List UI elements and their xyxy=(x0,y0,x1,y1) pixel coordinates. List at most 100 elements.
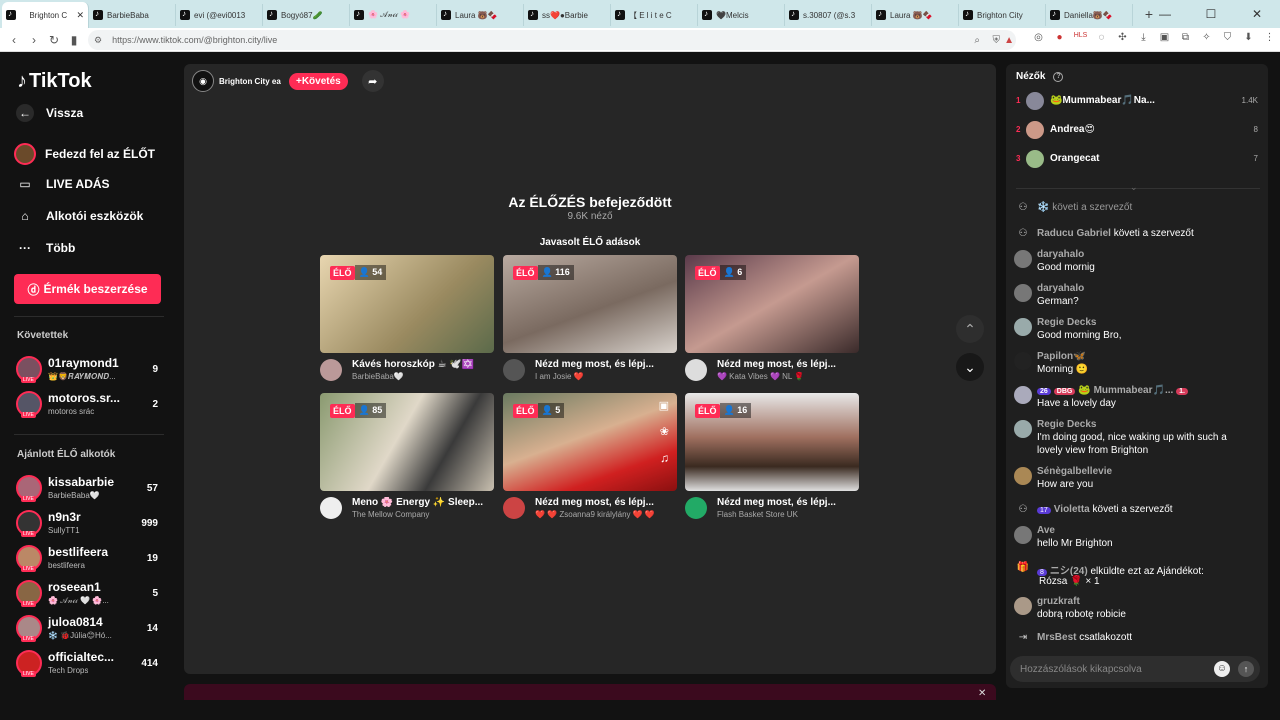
extension-icon[interactable]: ● xyxy=(1049,32,1070,43)
url-field[interactable]: ⚙ https://www.tiktok.com/@brighton.city/… xyxy=(88,30,1016,50)
close-window-button[interactable]: ✕ xyxy=(1234,7,1280,21)
nav-live-broadcast[interactable]: ▭ LIVE ADÁS xyxy=(16,175,109,193)
chevron-up-icon[interactable]: ⌃ xyxy=(956,315,984,343)
chat-user[interactable]: Sénègalbellevie xyxy=(1037,466,1112,477)
chat-user[interactable]: daryahalo xyxy=(1037,283,1084,294)
viewer-count: 👤 116 xyxy=(537,265,574,280)
top-viewer[interactable]: 2 Andrea😍 8 xyxy=(1016,120,1262,142)
avatar[interactable] xyxy=(1014,284,1032,302)
nav-explore-live[interactable]: Fedezd fel az ÉLŐT xyxy=(14,143,155,165)
browser-tab[interactable]: Daniella🐻🍫 xyxy=(1046,4,1133,26)
zoom-icon[interactable]: ⌕ xyxy=(974,35,980,46)
chat-user[interactable]: Papilon🦋 xyxy=(1037,351,1086,362)
avatar[interactable] xyxy=(1014,420,1032,438)
browser-tab[interactable]: s.30807 (@s.3 xyxy=(785,4,872,26)
suggested-live-card[interactable]: ÉLŐ 👤 54 Kávés horoszkóp ☕ 🕊️✡️ BarbieBaba… xyxy=(320,255,494,383)
extension-icon[interactable]: ✧ xyxy=(1196,32,1217,43)
suggested-live-card[interactable]: ÉLŐ 👤 5 ▣ ❀ ♫ Nézd meg most, és lépj... ❤️… xyxy=(503,393,677,521)
chat-user[interactable]: Regie Decks xyxy=(1037,419,1096,430)
extension-icon[interactable]: ◎ xyxy=(1028,32,1049,43)
extension-icon[interactable]: ◌ xyxy=(1091,32,1112,43)
chat-user[interactable]: ❄️ xyxy=(1037,202,1049,213)
following-account[interactable]: motoros.sr... motoros srác 2 xyxy=(16,389,166,421)
comment-input[interactable]: Hozzászólások kikapcsolva ☺ ↑ xyxy=(1010,656,1260,682)
recommended-account[interactable]: roseean1 🌸 𝒜𝓃𝒾𝒾 🤍 🌸... 5 xyxy=(16,578,166,610)
avatar[interactable] xyxy=(1014,526,1032,544)
shield-icon[interactable]: ⛨ xyxy=(993,35,1001,46)
avatar[interactable] xyxy=(1014,467,1032,485)
browser-tab[interactable]: BarbieBaba xyxy=(89,4,176,26)
back-link[interactable]: ← Vissza xyxy=(16,104,83,122)
browser-tab[interactable]: Bogyó87🥒 xyxy=(263,4,350,26)
avatar[interactable] xyxy=(1014,250,1032,268)
forward-arrow-icon[interactable]: › xyxy=(24,33,44,47)
chat-user[interactable]: Violetta xyxy=(1054,504,1090,515)
suggested-live-card[interactable]: ÉLŐ 👤 6 Nézd meg most, és lépj... 💜 Kata V… xyxy=(685,255,859,383)
top-viewer[interactable]: 3 Orangecat 7 xyxy=(1016,149,1262,171)
get-coins-button[interactable]: ⓓ Érmék beszerzése xyxy=(14,274,161,304)
download-icon[interactable]: ⤓ xyxy=(1133,32,1154,43)
emoji-icon[interactable]: ☺ xyxy=(1214,661,1230,677)
extension-icon[interactable]: ⧉ xyxy=(1175,32,1196,43)
recommended-account[interactable]: kissabarbie BarbieBaba🤍 57 xyxy=(16,473,166,505)
close-icon[interactable]: ✕ xyxy=(978,688,986,699)
suggested-live-card[interactable]: ÉLŐ 👤 16 Nézd meg most, és lépj... Flash B… xyxy=(685,393,859,521)
avatar[interactable] xyxy=(1014,597,1032,615)
browser-tab[interactable]: Laura 🐻🍫 xyxy=(872,4,959,26)
chat-user[interactable]: Regie Decks xyxy=(1037,317,1096,328)
help-icon[interactable]: ? xyxy=(1053,71,1064,82)
browser-tab-active[interactable]: Brighton C ✕ xyxy=(2,2,89,28)
avatar[interactable] xyxy=(1014,386,1032,404)
recommended-account[interactable]: officialtec... Tech Drops 414 xyxy=(16,648,166,680)
browser-tab[interactable]: evi (@evi0013 xyxy=(176,4,263,26)
site-info-icon[interactable]: ⚙ xyxy=(94,35,102,46)
recommended-account[interactable]: juloa0814 ❄️ 🐞Júlia😊Hó... 14 xyxy=(16,613,166,645)
chat-user[interactable]: Raducu Gabriel xyxy=(1037,228,1111,239)
host-name[interactable]: Brighton City ea xyxy=(219,77,283,86)
warning-icon[interactable]: ▲ xyxy=(1004,35,1014,46)
chat-user[interactable]: 🐸 Mummabear🎵... xyxy=(1078,385,1173,396)
window-controls: — ☐ ✕ xyxy=(1142,0,1280,28)
host-avatar[interactable]: ◉ xyxy=(192,70,214,92)
avatar[interactable] xyxy=(1014,352,1032,370)
chat-user[interactable]: daryahalo xyxy=(1037,249,1084,260)
extensions-bar: ◎ ● HLS ◌ ✣ ⤓ ▣ ⧉ ✧ ⛉ ⬇ ⋮ xyxy=(1028,32,1280,43)
chevron-down-icon[interactable]: ⌄ xyxy=(956,353,984,381)
browser-tab[interactable]: 🖤Melcis xyxy=(698,4,785,26)
tab-close-icon[interactable]: ✕ xyxy=(76,10,84,21)
creator-tools-icon: ⌂ xyxy=(21,209,29,223)
chat-user[interactable]: Ave xyxy=(1037,525,1055,536)
following-account[interactable]: 01raymond1 👑🦁𝑹𝑨𝒀𝑴𝑶𝑵𝑫... 9 xyxy=(16,354,166,386)
maximize-button[interactable]: ☐ xyxy=(1188,7,1234,21)
browser-tab[interactable]: ss❤️●Barbie xyxy=(524,4,611,26)
suggested-live-card[interactable]: ÉLŐ 👤 85 Meno 🌸 Energy ✨ Sleep... The Mell… xyxy=(320,393,494,521)
send-icon[interactable]: ↑ xyxy=(1238,661,1254,677)
chat-user[interactable]: gruzkraft xyxy=(1037,596,1080,607)
extension-icon[interactable]: ⬇ xyxy=(1238,32,1259,43)
follow-button[interactable]: +Követés xyxy=(289,72,348,90)
nav-more[interactable]: ··· Több xyxy=(16,239,75,257)
puzzle-icon[interactable]: ✣ xyxy=(1112,32,1133,43)
minimize-button[interactable]: — xyxy=(1142,7,1188,21)
recommended-account[interactable]: bestlifeera bestlifeera 19 xyxy=(16,543,166,575)
suggested-live-card[interactable]: ÉLŐ 👤 116 Nézd meg most, és lépj... I am J… xyxy=(503,255,677,383)
nav-creator-tools[interactable]: ⌂ Alkotói eszközök xyxy=(16,207,143,225)
tiktok-logo[interactable]: ♪ TikTok xyxy=(17,70,92,93)
chat-user[interactable]: MrsBest xyxy=(1037,632,1076,643)
top-viewer[interactable]: 1 🐸Mummabear🎵Na... 1.4K xyxy=(1016,91,1262,113)
share-icon[interactable]: ➦ xyxy=(361,70,384,92)
back-arrow-icon[interactable]: ‹ xyxy=(4,33,24,47)
extension-icon[interactable]: HLS xyxy=(1070,32,1091,43)
browser-tab[interactable]: 【 E l i t e C xyxy=(611,4,698,26)
bookmark-icon[interactable]: ▮ xyxy=(64,33,84,47)
browser-tab[interactable]: Laura 🐻🍫 xyxy=(437,4,524,26)
recommended-account[interactable]: n9n3r SullyTT1 999 xyxy=(16,508,166,540)
avatar[interactable] xyxy=(1014,318,1032,336)
browser-tab[interactable]: Brighton City xyxy=(959,4,1046,26)
menu-icon[interactable]: ⋮ xyxy=(1259,32,1280,43)
browser-tab[interactable]: 🌸 𝒜𝓃𝒾𝒾 🌸 xyxy=(350,4,437,26)
chevrons-down-icon[interactable]: ⌄ xyxy=(1130,182,1138,193)
extension-icon[interactable]: ⛉ xyxy=(1217,32,1238,43)
reload-icon[interactable]: ↻ xyxy=(44,33,64,47)
sidebar-icon[interactable]: ▣ xyxy=(1154,32,1175,43)
